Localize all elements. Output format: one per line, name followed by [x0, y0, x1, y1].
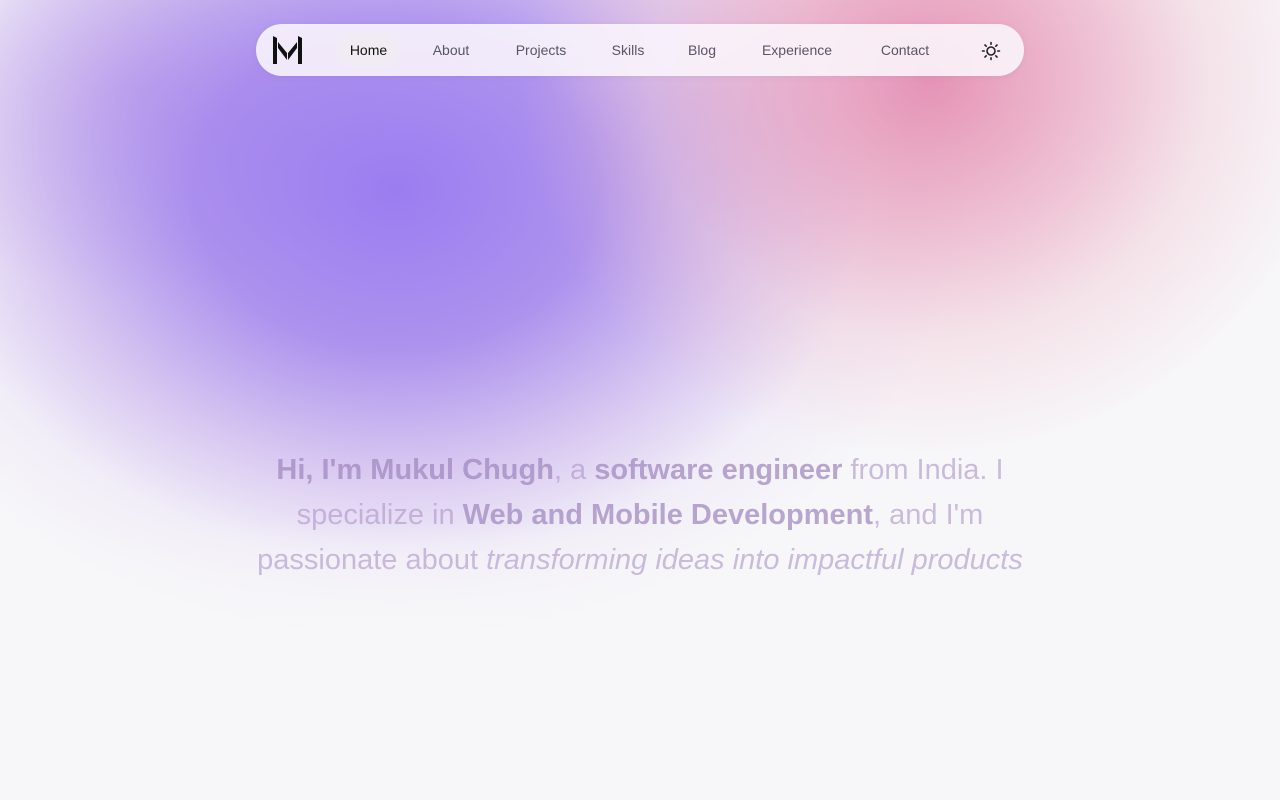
hero-intro: Hi, I'm Mukul Chugh, a software engineer…: [230, 448, 1050, 583]
logo-icon[interactable]: [273, 36, 302, 64]
sun-icon[interactable]: [980, 40, 1002, 62]
hero-passion: transforming ideas into impactful produc…: [486, 544, 1023, 576]
nav-skills[interactable]: Skills: [606, 33, 650, 67]
hero-text-1: , a: [553, 454, 595, 486]
navbar: Home About Projects Skills Blog Experien…: [256, 24, 1024, 76]
hero-greeting: Hi, I'm: [276, 454, 371, 486]
nav-contact[interactable]: Contact: [872, 33, 938, 67]
nav-about[interactable]: About: [424, 33, 478, 67]
hero-background: [0, 0, 1280, 800]
nav-blog[interactable]: Blog: [682, 33, 722, 67]
hero-specialty: Web and Mobile Development: [462, 499, 874, 531]
nav-experience[interactable]: Experience: [754, 33, 840, 67]
nav-home[interactable]: Home: [337, 33, 400, 67]
hero-role: software engineer: [594, 454, 843, 486]
nav-projects[interactable]: Projects: [508, 33, 574, 67]
hero-name: Mukul Chugh: [370, 454, 554, 486]
